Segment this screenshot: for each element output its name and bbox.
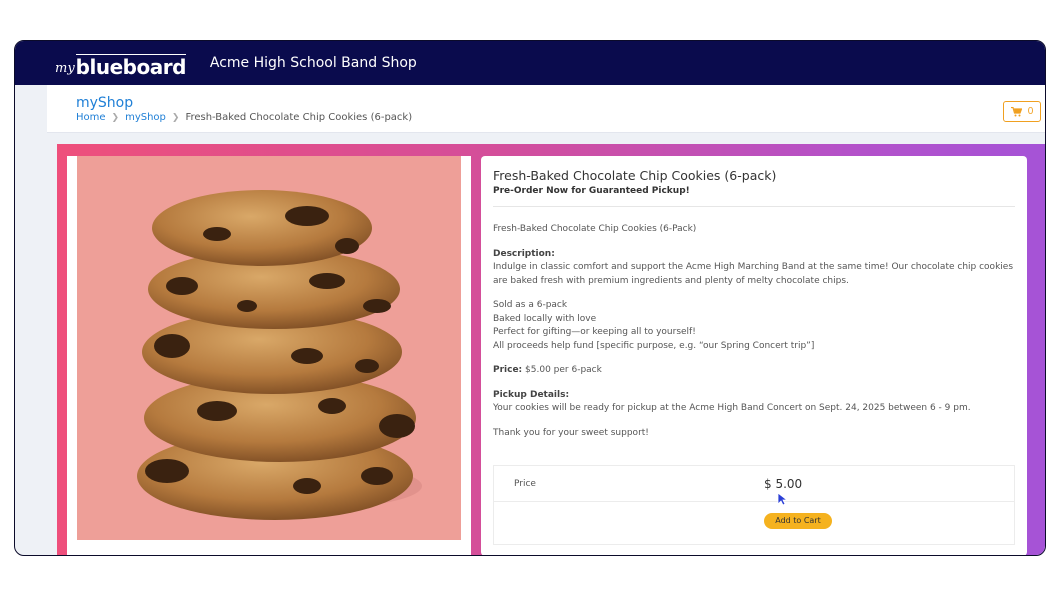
- purchase-price-value: $ 5.00: [764, 477, 803, 491]
- chevron-right-icon: ❯: [111, 112, 120, 123]
- page-title: myShop: [76, 95, 134, 111]
- bullet-item: Perfect for gifting—or keeping all to yo…: [493, 327, 696, 337]
- cookie-stack-image: [77, 156, 461, 540]
- breadcrumb-home-link[interactable]: Home: [76, 112, 106, 123]
- breadcrumb-myshop-link[interactable]: myShop: [125, 112, 166, 123]
- bullet-item: All proceeds help fund [specific purpose…: [493, 340, 815, 351]
- pickup-label: Pickup Details:: [493, 389, 570, 400]
- product-name-line: Fresh-Baked Chocolate Chip Cookies (6-Pa…: [493, 224, 697, 234]
- thanks-text: Thank you for your sweet support!: [493, 427, 649, 438]
- mouse-cursor-icon: [777, 492, 787, 506]
- breadcrumb: Home ❯ myShop ❯ Fresh-Baked Chocolate Ch…: [76, 112, 412, 123]
- product-title: Fresh-Baked Chocolate Chip Cookies (6-pa…: [493, 168, 777, 183]
- logo-my-text: my: [55, 61, 75, 76]
- price-row: Price $ 5.00: [494, 466, 1014, 502]
- blueboard-logo[interactable]: my blueboard: [55, 48, 186, 78]
- pickup-text: Your cookies will be ready for pickup at…: [493, 403, 971, 413]
- price-label: Price:: [493, 365, 523, 375]
- price-text: $5.00 per 6-pack: [525, 365, 602, 375]
- shopping-cart-icon: [1010, 106, 1022, 116]
- product-details-card: Fresh-Baked Chocolate Chip Cookies (6-pa…: [481, 156, 1027, 555]
- cart-count: 0: [1027, 106, 1034, 117]
- shop-name: Acme High School Band Shop: [209, 55, 417, 71]
- product-description: Indulge in classic comfort and support t…: [493, 262, 1014, 286]
- product-section: Fresh-Baked Chocolate Chip Cookies (6-pa…: [57, 144, 1045, 555]
- bullet-item: Sold as a 6-pack: [493, 300, 568, 310]
- cart-button[interactable]: 0: [1003, 101, 1041, 122]
- browser-window: my blueboard Acme High School Band Shop …: [14, 40, 1046, 556]
- top-navbar: my blueboard Acme High School Band Shop: [15, 41, 1045, 85]
- product-image[interactable]: [77, 156, 461, 540]
- chevron-right-icon: ❯: [171, 112, 180, 123]
- product-subtitle: Pre-Order Now for Guaranteed Pickup!: [493, 186, 690, 196]
- divider: [493, 206, 1015, 207]
- product-image-card: [67, 156, 471, 555]
- bullet-item: Baked locally with love: [493, 313, 597, 324]
- add-to-cart-button[interactable]: Add to Cart: [764, 513, 832, 529]
- page-header: myShop Home ❯ myShop ❯ Fresh-Baked Choco…: [47, 85, 1045, 133]
- purchase-box: Price $ 5.00 Add to Cart: [493, 465, 1015, 545]
- purchase-price-label: Price: [514, 479, 536, 489]
- logo-brand-text: blueboard: [75, 54, 186, 79]
- description-label: Description:: [493, 248, 555, 259]
- breadcrumb-current: Fresh-Baked Chocolate Chip Cookies (6-pa…: [185, 112, 413, 123]
